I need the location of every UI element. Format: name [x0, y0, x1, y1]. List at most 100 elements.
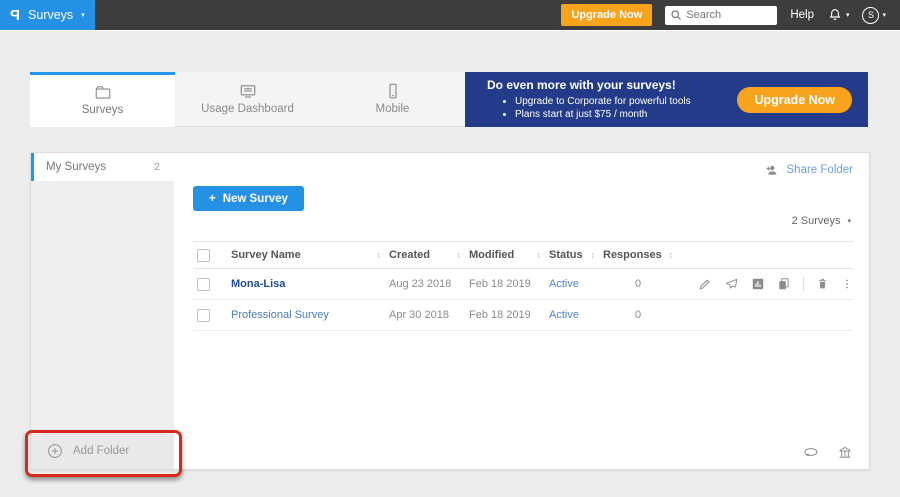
product-menu-label: Surveys [28, 8, 73, 22]
sort-icon[interactable]: ↕ [537, 250, 542, 260]
survey-list-area: Share Folder + New Survey 2 Surveys ▾ Su… [174, 153, 869, 469]
column-label: Created [389, 249, 430, 261]
topbar: P Surveys ▾ Upgrade Now Help [0, 0, 900, 31]
delete-icon[interactable] [816, 277, 829, 291]
copy-icon[interactable] [777, 277, 791, 291]
upgrade-now-button[interactable]: Upgrade Now [561, 4, 652, 26]
dashboard-icon [239, 83, 257, 99]
folders-sidebar: My Surveys 2 Add Folder [31, 153, 174, 469]
chevron-down-icon: ▾ [847, 218, 851, 225]
survey-name-cell: Mona-Lisa [231, 278, 389, 290]
header-created[interactable]: Created ↕ [389, 249, 469, 261]
brand-logo-icon: P [10, 7, 20, 24]
tab-label: Mobile [376, 103, 410, 115]
responses-cell: 0 [603, 309, 677, 321]
promo-bullets: Upgrade to Corporate for powerful tools … [487, 95, 737, 121]
row-checkbox-cell [193, 278, 231, 291]
avatar: S [862, 7, 879, 24]
product-menu[interactable]: P Surveys ▾ [0, 0, 95, 30]
sort-icon[interactable]: ↕ [669, 250, 674, 260]
add-folder-label: Add Folder [73, 445, 129, 457]
sort-icon[interactable]: ↕ [377, 250, 382, 260]
header-modified[interactable]: Modified ↕ [469, 249, 549, 261]
search-input[interactable] [686, 9, 772, 21]
status-badge[interactable]: Active [549, 309, 579, 321]
promo-bullet: Plans start at just $75 / month [515, 108, 737, 121]
modified-cell: Feb 18 2019 [469, 309, 549, 321]
topbar-right: Upgrade Now Help ▾ [561, 4, 900, 26]
modified-date: Feb 18 2019 [469, 278, 531, 290]
folder-icon [94, 84, 112, 100]
survey-name-link[interactable]: Professional Survey [231, 309, 329, 321]
survey-count-label: 2 Surveys [792, 215, 841, 227]
responses-cell: 0 [603, 278, 677, 290]
status-badge[interactable]: Active [549, 278, 579, 290]
row-actions [677, 276, 853, 292]
actions-divider [803, 276, 804, 292]
column-label: Modified [469, 249, 514, 261]
help-link[interactable]: Help [790, 9, 814, 21]
plus-icon: + [209, 193, 216, 205]
more-options-icon[interactable] [841, 277, 853, 291]
survey-bank-icon[interactable] [837, 445, 853, 460]
survey-name-cell: Professional Survey [231, 309, 389, 321]
promo-bullet: Upgrade to Corporate for powerful tools [515, 95, 737, 108]
share-folder-link[interactable]: Share Folder [765, 163, 853, 177]
table-row: Mona-Lisa Aug 23 2018 Feb 18 2019 Active… [193, 269, 853, 300]
tab-label: Surveys [82, 104, 124, 116]
add-folder-button[interactable]: Add Folder [31, 432, 174, 469]
surveys-panel: My Surveys 2 Add Folder [30, 152, 870, 470]
status-cell: Active [549, 309, 603, 321]
bell-icon [827, 7, 843, 23]
tab-mobile[interactable]: Mobile [320, 72, 465, 127]
survey-name-link[interactable]: Mona-Lisa [231, 278, 285, 290]
tab-label: Usage Dashboard [201, 103, 294, 115]
restore-icon[interactable] [803, 445, 819, 460]
header-status[interactable]: Status ↕ [549, 249, 603, 261]
sidebar-item-my-surveys[interactable]: My Surveys 2 [31, 153, 174, 181]
chevron-down-icon: ▾ [846, 12, 850, 19]
folder-label: My Surveys [46, 161, 106, 173]
chevron-down-icon: ▾ [882, 12, 886, 19]
search-box [665, 6, 777, 25]
table-row: Professional Survey Apr 30 2018 Feb 18 2… [193, 300, 853, 331]
column-label: Responses [603, 249, 662, 261]
status-cell: Active [549, 278, 603, 290]
person-plus-icon [765, 163, 781, 177]
surveys-table: Survey Name ↕ Created ↕ Modified ↕ Statu… [193, 241, 853, 331]
new-survey-button[interactable]: + New Survey [193, 186, 304, 211]
distribute-icon[interactable] [724, 277, 739, 291]
header-survey-name[interactable]: Survey Name ↕ [231, 249, 389, 261]
column-label: Survey Name [231, 249, 301, 261]
sort-icon[interactable]: ↕ [591, 250, 596, 260]
sort-icon[interactable]: ↕ [457, 250, 462, 260]
tab-surveys[interactable]: Surveys [30, 72, 175, 127]
select-all-checkbox[interactable] [197, 249, 210, 262]
responses-count: 0 [603, 278, 673, 290]
banner-upgrade-button[interactable]: Upgrade Now [737, 87, 852, 113]
tab-usage-dashboard[interactable]: Usage Dashboard [175, 72, 320, 127]
table-header-row: Survey Name ↕ Created ↕ Modified ↕ Statu… [193, 241, 853, 269]
column-label: Status [549, 249, 583, 261]
created-date: Aug 23 2018 [389, 278, 451, 290]
row-checkbox[interactable] [197, 309, 210, 322]
mobile-icon [384, 83, 402, 99]
survey-count-dropdown[interactable]: 2 Surveys ▾ [792, 215, 851, 227]
header-responses[interactable]: Responses ↕ [603, 249, 677, 261]
new-survey-label: New Survey [223, 193, 288, 205]
chevron-down-icon: ▾ [81, 12, 85, 19]
modified-cell: Feb 18 2019 [469, 278, 549, 290]
report-icon[interactable] [751, 277, 765, 291]
promo-text: Do even more with your surveys! Upgrade … [487, 78, 737, 121]
page: P Surveys ▾ Upgrade Now Help [0, 0, 900, 497]
edit-icon[interactable] [698, 277, 712, 291]
account-menu[interactable]: S ▾ [862, 7, 886, 24]
created-date: Apr 30 2018 [389, 309, 449, 321]
modified-date: Feb 18 2019 [469, 309, 531, 321]
promo-banner: Do even more with your surveys! Upgrade … [465, 72, 868, 127]
notifications-menu[interactable]: ▾ [827, 7, 850, 23]
row-checkbox-cell [193, 309, 231, 322]
row-checkbox[interactable] [197, 278, 210, 291]
responses-count: 0 [603, 309, 673, 321]
plus-circle-icon [46, 442, 64, 460]
